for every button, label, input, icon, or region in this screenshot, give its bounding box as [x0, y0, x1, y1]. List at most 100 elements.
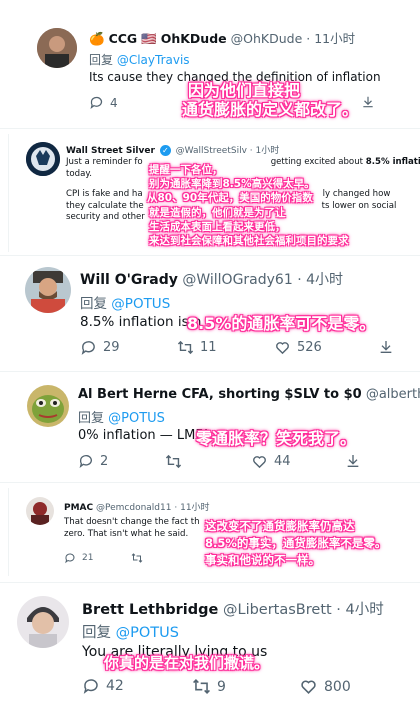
avatar-photo-icon	[25, 267, 71, 313]
retweet-button[interactable]: 9	[192, 677, 226, 696]
subtitle-line: 就是造假的，他们就是为了让	[149, 206, 286, 219]
avatar[interactable]	[26, 142, 60, 176]
reply-prefix: 回复	[78, 411, 105, 426]
tweet-text-fragment: they calculate the	[66, 200, 144, 211]
tweet-text-line: That doesn't change the fact th	[64, 517, 200, 527]
tweet-card[interactable]: Wall Street Silver ✓ @WallStreetSilv · 1…	[8, 134, 420, 252]
subtitle-line: 这改变不了通货膨胀率仍高达	[205, 519, 355, 533]
tweet-emoji: 🍊	[89, 31, 105, 46]
avatar[interactable]	[37, 28, 77, 68]
retweet-count: 9	[217, 678, 226, 695]
reply-button[interactable]: 21	[64, 552, 93, 564]
share-button[interactable]	[345, 453, 361, 469]
avatar-photo-icon	[37, 28, 77, 68]
author-name[interactable]: CCG	[109, 31, 138, 46]
tweet-card[interactable]: 🍊 CCG 🇺🇸 OhKDude @OhKDude · 11小时 回复 @Cla…	[0, 18, 420, 123]
reply-mention[interactable]: @POTUS	[116, 625, 179, 641]
subtitle-line: 8.5%的事实，通货膨胀率不是零。	[205, 536, 387, 550]
author-name[interactable]: Al Bert Herne CFA, shorting $SLV to $0	[78, 387, 362, 402]
share-icon	[347, 455, 359, 467]
reply-prefix: 回复	[80, 296, 107, 312]
retweet-button[interactable]: 11	[177, 339, 217, 356]
reply-count: 21	[82, 553, 94, 563]
author-handle[interactable]: @WillOGrady61	[182, 272, 292, 288]
reply-mention[interactable]: @POTUS	[111, 296, 170, 312]
reply-count: 4	[110, 95, 118, 110]
heart-icon	[253, 456, 266, 469]
retweet-icon	[131, 553, 143, 563]
reply-prefix: 回复	[89, 53, 114, 67]
reply-mention[interactable]: @POTUS	[108, 411, 165, 426]
retweet-button[interactable]	[131, 552, 143, 564]
tweet-text: 8.5% inflation is n	[80, 314, 202, 330]
retweet-button[interactable]	[165, 453, 182, 470]
subtitle-line: 8.5%的通胀率可不是零。	[187, 314, 376, 333]
reply-count: 42	[106, 678, 124, 694]
author-handle[interactable]: @LibertasBrett	[223, 602, 332, 618]
author-handle[interactable]: @albertherne	[366, 387, 420, 402]
tweet-time[interactable]: 11小时	[314, 31, 355, 46]
heart-icon	[276, 342, 289, 355]
share-button[interactable]	[378, 339, 394, 355]
share-icon	[363, 96, 373, 108]
author-name-suffix[interactable]: OhKDude	[161, 31, 227, 46]
heart-icon	[301, 680, 316, 694]
share-button[interactable]	[361, 95, 375, 109]
author-name[interactable]: PMAC	[64, 503, 93, 513]
reply-button[interactable]: 29	[80, 339, 120, 356]
tweet-time[interactable]: 1小时	[256, 146, 280, 156]
reply-prefix: 回复	[82, 625, 111, 641]
tweet-time[interactable]: 4小时	[306, 272, 343, 288]
tweet-text-line: zero. That isn't what he said.	[64, 529, 189, 539]
author-name[interactable]: Wall Street Silver	[66, 146, 155, 156]
like-button[interactable]: 526	[274, 339, 322, 356]
tweet-time[interactable]: 11小时	[180, 503, 209, 513]
tweet-text-fragment: Just a reminder fo	[66, 157, 143, 167]
subtitle-line: 事实和他说的不一样。	[205, 553, 320, 567]
author-handle[interactable]: @Pemcdonald11	[96, 503, 171, 513]
verified-badge-icon: ✓	[159, 145, 171, 156]
reply-count: 29	[103, 340, 120, 355]
like-button[interactable]: 800	[299, 677, 351, 696]
author-handle[interactable]: @OhKDude	[231, 31, 303, 46]
subtitle-line: 你真的是在对我们撒谎。	[104, 654, 270, 672]
retweet-icon	[193, 679, 210, 694]
share-icon	[380, 341, 392, 353]
reply-icon	[90, 96, 103, 110]
reply-mention[interactable]: @ClayTravis	[117, 53, 190, 67]
reply-icon	[79, 455, 92, 468]
tweet-card[interactable]: PMAC @Pemcdonald11 · 11小时 That doesn't c…	[8, 488, 420, 576]
avatar[interactable]	[26, 497, 54, 525]
retweet-count: 11	[200, 340, 217, 355]
subtitle-line: 通货膨胀的定义都改了。	[182, 100, 359, 119]
pepe-avatar-icon	[27, 385, 69, 427]
author-handle[interactable]: @WallStreetSilv	[176, 146, 247, 156]
subtitle-line: 别为通胀率降到8.5%高兴得太早。	[149, 178, 315, 191]
tweet-time[interactable]: 4小时	[346, 602, 384, 618]
wolf-logo-icon	[26, 142, 60, 176]
reply-button[interactable]: 2	[78, 453, 108, 469]
like-count: 44	[274, 454, 291, 469]
avatar-photo-icon	[26, 497, 54, 525]
author-name[interactable]: Will O'Grady	[80, 272, 178, 288]
avatar[interactable]	[27, 385, 69, 427]
reply-count: 2	[100, 453, 109, 469]
subtitle-line: 因为他们直接把	[188, 81, 301, 100]
subtitle-line: 生活成本表面上看起来更低，	[149, 220, 286, 233]
subtitle-line: 从80、90年代起，美国的物价指数	[147, 192, 313, 205]
tweet-card[interactable]: Brett Lethbridge @LibertasBrett · 4小时 回复…	[0, 586, 420, 711]
reply-button[interactable]: 4	[89, 95, 118, 110]
avatar[interactable]	[17, 596, 69, 648]
subtitle-line: 零通胀率？笑死我了。	[196, 429, 357, 448]
tweet-flag: 🇺🇸	[141, 31, 157, 46]
reply-button[interactable]: 42	[82, 677, 124, 695]
like-button[interactable]: 44	[251, 453, 291, 470]
tweet-card[interactable]: Al Bert Herne CFA, shorting $SLV to $0 @…	[0, 374, 420, 478]
avatar-photo-icon	[17, 596, 69, 648]
avatar[interactable]	[25, 267, 71, 313]
tweet-card[interactable]: Will O'Grady @WillOGrady61 · 4小时 回复 @POT…	[0, 258, 420, 366]
subtitle-line: 提醒一下各位，	[149, 164, 223, 176]
subtitle-line: 来达到社会保障和其他社会福利项目的要求	[149, 235, 349, 248]
author-name[interactable]: Brett Lethbridge	[82, 602, 218, 618]
reply-icon	[83, 679, 98, 694]
